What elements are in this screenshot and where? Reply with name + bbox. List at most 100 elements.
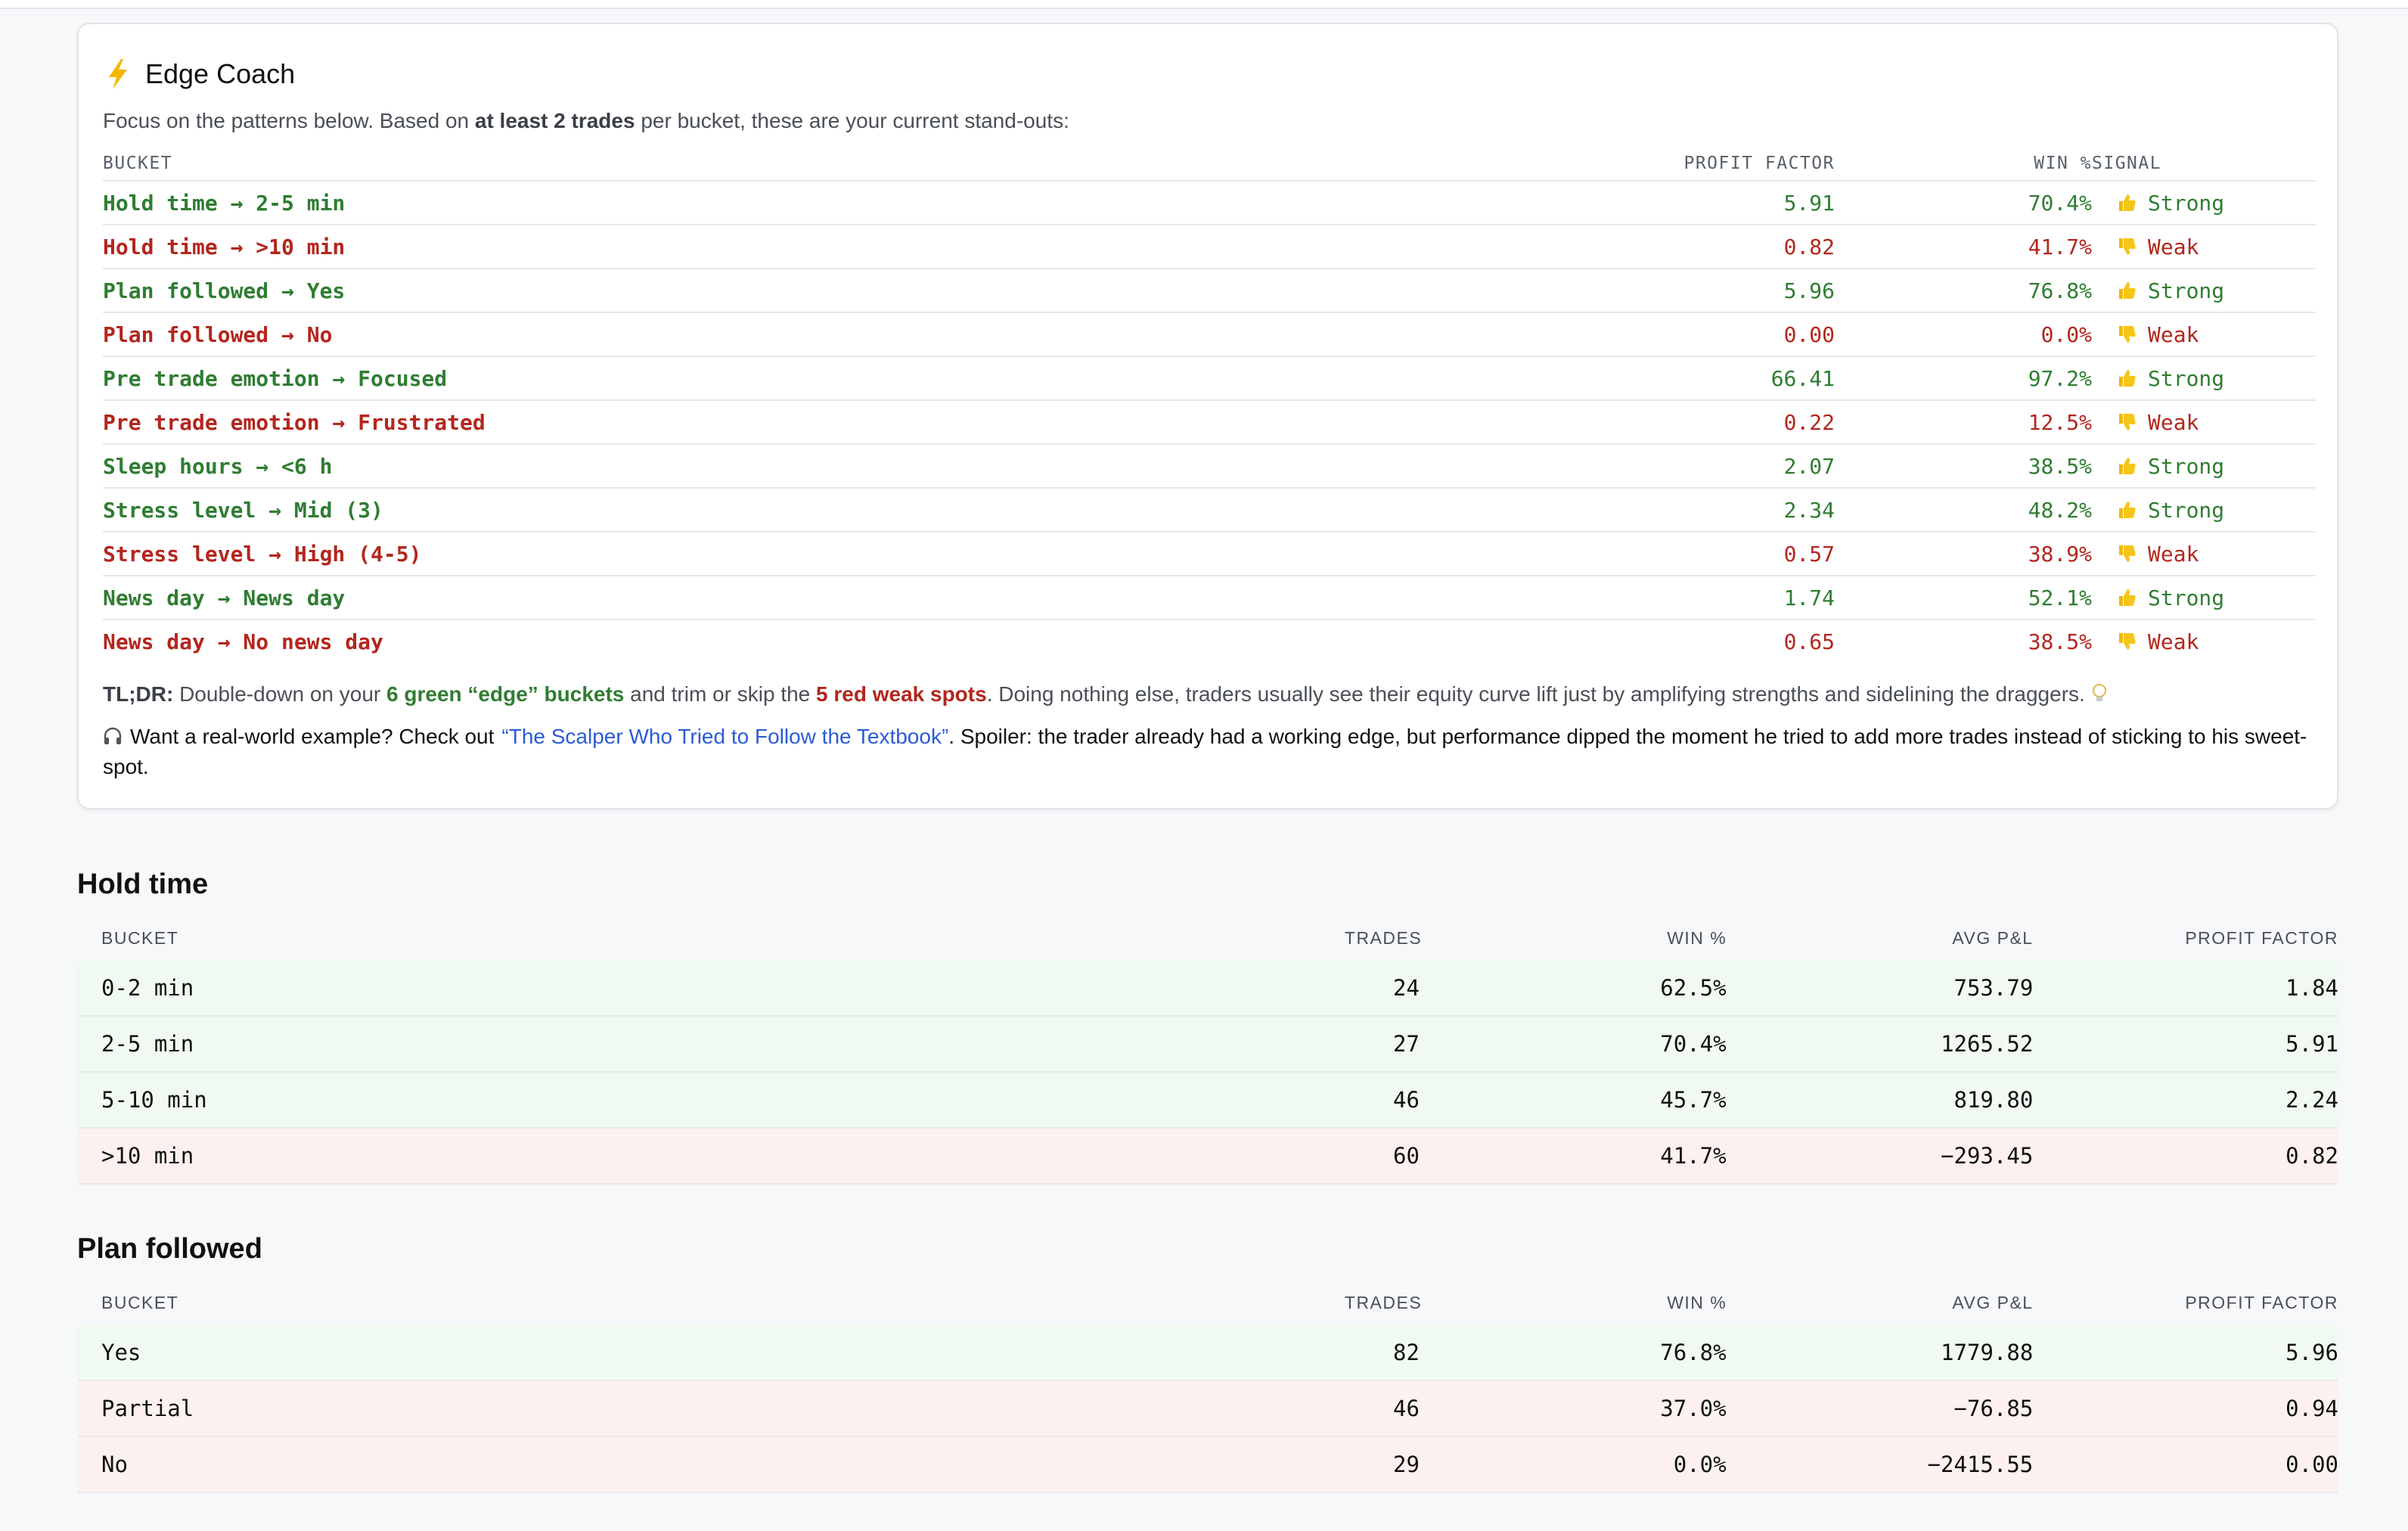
- section-table: BUCKET TRADES WIN % AVG P&L PROFIT FACTOR Yes…: [77, 1280, 2338, 1493]
- col-win-header: WIN %: [1667, 1292, 1727, 1312]
- col-trades-header: TRADES: [1344, 1292, 1423, 1312]
- headphones-icon: [103, 724, 123, 744]
- thumbs-up-icon: [2116, 280, 2137, 301]
- col-avg-pnl-header: AVG P&L: [1952, 927, 2034, 948]
- edge-row: Stress level → Mid (3) 2.34 48.2% Strong: [103, 489, 2316, 533]
- edge-row: Hold time → >10 min 0.82 41.7% Weak: [103, 225, 2316, 269]
- edge-win-rate: 97.2%: [2028, 365, 2092, 391]
- thumbs-up-icon: [2116, 455, 2137, 477]
- edge-signal: Strong: [2092, 585, 2316, 610]
- section-table: BUCKET TRADES WIN % AVG P&L PROFIT FACTOR 0-2…: [77, 915, 2338, 1185]
- table-row: 2-5 min 27 70.4% 1265.52 5.91: [77, 1017, 2338, 1073]
- row-avg-pnl: 819.80: [1953, 1087, 2034, 1113]
- edge-profit-factor: 2.34: [1783, 497, 1835, 523]
- row-win-rate: 70.4%: [1660, 1031, 1727, 1057]
- col-profit-factor-header: PROFIT FACTOR: [2185, 1292, 2339, 1312]
- edge-signal-label: Strong: [2148, 453, 2225, 479]
- row-trades: 46: [1393, 1087, 1420, 1113]
- row-avg-pnl: −293.45: [1941, 1143, 2034, 1169]
- row-profit-factor: 2.24: [2285, 1087, 2338, 1113]
- row-win-rate: 62.5%: [1660, 975, 1727, 1001]
- row-trades: 60: [1393, 1143, 1420, 1169]
- row-avg-pnl: −76.85: [1953, 1396, 2034, 1421]
- row-avg-pnl: 1265.52: [1941, 1031, 2034, 1057]
- edge-row: Plan followed → Yes 5.96 76.8% Strong: [103, 269, 2316, 313]
- col-signal-header: SIGNAL: [2092, 154, 2162, 173]
- thumbs-down-icon: [2116, 324, 2137, 345]
- row-trades: 29: [1393, 1452, 1420, 1477]
- tldr-text-2: and trim or skip the: [624, 682, 817, 706]
- tldr-text-1: Double-down on your: [173, 682, 387, 706]
- table-row: 0-2 min 24 62.5% 753.79 1.84: [77, 961, 2338, 1017]
- section-table-header: BUCKET TRADES WIN % AVG P&L PROFIT FACTOR: [77, 915, 2338, 961]
- row-win-rate: 0.0%: [1673, 1452, 1727, 1477]
- edge-win-rate: 41.7%: [2028, 234, 2092, 259]
- edge-row: News day → No news day 0.65 38.5% Weak: [103, 620, 2316, 663]
- edge-table-header: BUCKET PROFIT FACTOR WIN % SIGNAL: [103, 147, 2316, 182]
- edge-signal-label: Weak: [2148, 234, 2199, 259]
- col-bucket-header: BUCKET: [103, 154, 173, 173]
- col-trades-header: TRADES: [1344, 927, 1423, 948]
- edge-profit-factor: 0.00: [1783, 321, 1835, 347]
- thumbs-down-icon: [2116, 631, 2137, 652]
- col-bucket-header: BUCKET: [101, 1292, 179, 1312]
- edge-win-rate: 76.8%: [2028, 278, 2092, 303]
- edge-bucket: News day → News day: [103, 585, 346, 610]
- table-row: Yes 82 76.8% 1779.88 5.96: [77, 1325, 2338, 1381]
- row-trades: 82: [1393, 1340, 1420, 1365]
- row-trades: 46: [1393, 1396, 1420, 1421]
- section-table-header: BUCKET TRADES WIN % AVG P&L PROFIT FACTOR: [77, 1280, 2338, 1325]
- tldr-green-count: 6 green “edge” buckets: [386, 682, 625, 706]
- edge-profit-factor: 66.41: [1770, 365, 1835, 391]
- table-row: Partial 46 37.0% −76.85 0.94: [77, 1381, 2338, 1437]
- edge-signal: Weak: [2092, 629, 2316, 654]
- row-avg-pnl: 753.79: [1953, 975, 2034, 1001]
- example-paragraph: Want a real-world example? Check out “The…: [103, 722, 2313, 782]
- thumbs-up-icon: [2116, 587, 2137, 608]
- edge-signal: Weak: [2092, 322, 2316, 347]
- row-bucket: 5-10 min: [101, 1087, 207, 1113]
- row-profit-factor: 0.82: [2285, 1143, 2338, 1169]
- edge-win-rate: 38.5%: [2028, 629, 2092, 654]
- tldr-text-3: . Doing nothing else, traders usually se…: [986, 682, 2085, 706]
- row-avg-pnl: −2415.55: [1927, 1452, 2034, 1477]
- edge-signal: Weak: [2092, 542, 2316, 567]
- edge-signal-label: Strong: [2148, 585, 2225, 610]
- edge-row: Hold time → 2-5 min 5.91 70.4% Strong: [103, 182, 2316, 225]
- edge-bucket: Pre trade emotion → Frustrated: [103, 409, 486, 435]
- edge-profit-factor: 0.57: [1783, 541, 1835, 567]
- lightbulb-icon: [2091, 682, 2108, 703]
- thumbs-up-icon: [2116, 499, 2137, 520]
- section-title: Plan followed: [77, 1233, 262, 1265]
- edge-bucket: Hold time → >10 min: [103, 234, 346, 259]
- row-bucket: Partial: [101, 1396, 194, 1421]
- edge-signal: Weak: [2092, 410, 2316, 435]
- edge-profit-factor: 0.82: [1783, 234, 1835, 259]
- scalper-article-link[interactable]: “The Scalper Who Tried to Follow the Tex…: [501, 725, 948, 748]
- edge-signal: Strong: [2092, 498, 2316, 523]
- edge-win-rate: 38.9%: [2028, 541, 2092, 567]
- row-profit-factor: 5.91: [2285, 1031, 2338, 1057]
- row-trades: 24: [1393, 975, 1420, 1001]
- thumbs-down-icon: [2116, 236, 2137, 257]
- edge-bucket: Stress level → Mid (3): [103, 497, 383, 523]
- edge-bucket: News day → No news day: [103, 629, 383, 654]
- row-trades: 27: [1393, 1031, 1420, 1057]
- row-avg-pnl: 1779.88: [1941, 1340, 2034, 1365]
- top-bar: [0, 0, 2408, 9]
- edge-win-rate: 38.5%: [2028, 453, 2092, 479]
- row-win-rate: 76.8%: [1660, 1340, 1727, 1365]
- section-title: Hold time: [77, 868, 209, 900]
- edge-coach-card: Edge Coach Focus on the patterns below. …: [77, 23, 2338, 809]
- col-win-header: WIN %: [1667, 927, 1727, 948]
- edge-row: Pre trade emotion → Frustrated 0.22 12.5% W…: [103, 401, 2316, 445]
- edge-bucket: Plan followed → No: [103, 321, 333, 347]
- edge-row: Stress level → High (4-5) 0.57 38.9% Weak: [103, 533, 2316, 576]
- example-text-pre: Want a real-world example? Check out: [130, 725, 495, 748]
- row-bucket: 0-2 min: [101, 975, 194, 1001]
- edge-profit-factor: 5.96: [1783, 278, 1835, 303]
- row-bucket: >10 min: [101, 1143, 194, 1169]
- edge-profit-factor: 1.74: [1783, 585, 1835, 610]
- row-bucket: No: [101, 1452, 128, 1477]
- tldr-label: TL;DR:: [103, 682, 174, 706]
